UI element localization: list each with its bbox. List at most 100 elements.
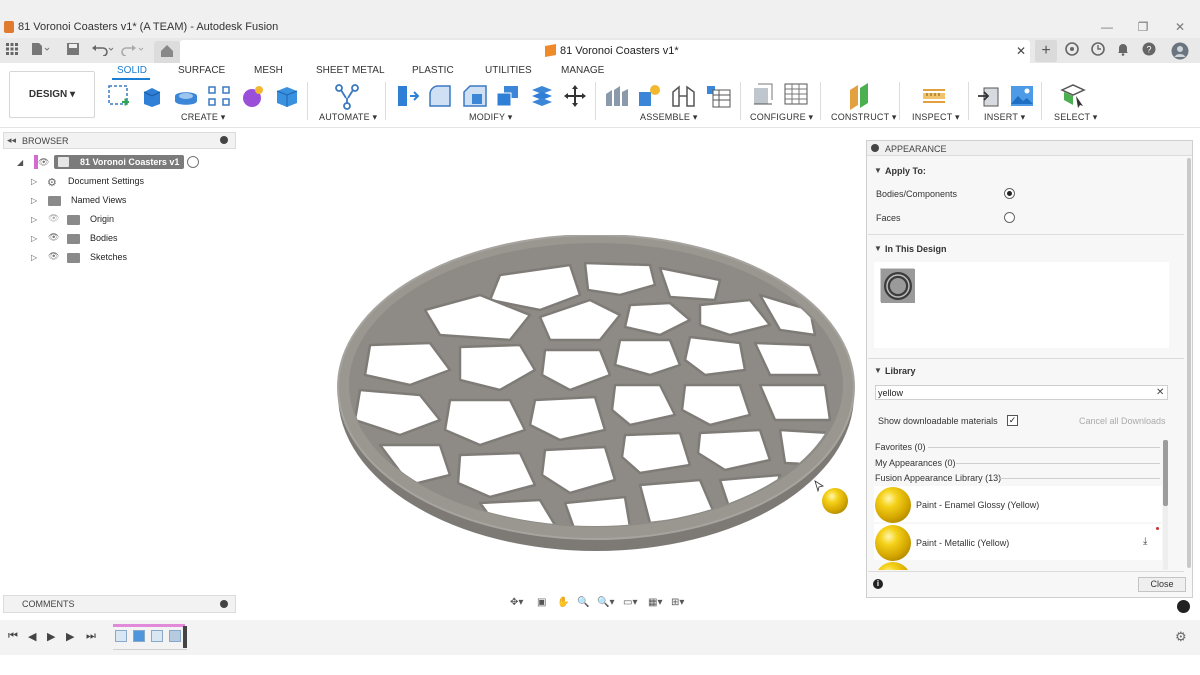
timeline-settings-gear-icon[interactable]: ⚙ xyxy=(1175,629,1187,645)
voronoi-coaster-model[interactable] xyxy=(330,235,870,565)
move-icon[interactable] xyxy=(563,84,587,108)
browser-item-bodies[interactable]: Bodies xyxy=(90,233,118,251)
bill-of-materials-icon[interactable] xyxy=(705,84,731,108)
expand-triangle-icon[interactable]: ▷ xyxy=(31,253,37,262)
collapse-panel-icon[interactable] xyxy=(871,144,879,152)
box-icon[interactable] xyxy=(274,84,298,108)
tab-plastic[interactable]: PLASTIC xyxy=(412,65,454,76)
online-icon[interactable] xyxy=(1064,42,1080,58)
activate-radio-icon[interactable] xyxy=(187,156,199,168)
collapse-browser-icon[interactable]: ◂◂ xyxy=(7,135,16,146)
revolve-icon[interactable] xyxy=(173,84,197,108)
inspect-menu[interactable]: INSPECT ▾ xyxy=(912,112,960,123)
file-icon[interactable] xyxy=(30,42,50,58)
expand-triangle-icon[interactable]: ▷ xyxy=(31,177,37,186)
document-tab-close[interactable]: ✕ xyxy=(1016,44,1026,58)
timeline-sketch-feature[interactable] xyxy=(115,630,127,642)
design-appearance-thumbnail[interactable] xyxy=(880,268,915,303)
insert-canvas-icon[interactable] xyxy=(1009,84,1033,108)
as-built-joint-icon[interactable] xyxy=(671,84,695,108)
browser-item-document-settings[interactable]: Document Settings xyxy=(68,176,144,194)
new-component-icon[interactable] xyxy=(604,84,628,108)
tab-mesh[interactable]: MESH xyxy=(254,65,283,76)
look-at-icon[interactable]: ▣ xyxy=(537,597,546,608)
insert-menu[interactable]: INSERT ▾ xyxy=(984,112,1025,123)
tab-solid[interactable]: SOLID xyxy=(117,65,147,76)
dragged-appearance-swatch[interactable] xyxy=(822,488,848,514)
select-menu[interactable]: SELECT ▾ xyxy=(1054,112,1097,123)
shell-icon[interactable] xyxy=(495,84,519,108)
browser-pin-icon[interactable] xyxy=(220,136,228,144)
timeline-appearance-feature[interactable] xyxy=(169,630,181,642)
cancel-all-downloads-button[interactable]: Cancel all Downloads xyxy=(1079,416,1166,426)
section-triangle-icon[interactable]: ▼ xyxy=(874,166,882,175)
timeline-previous-icon[interactable]: ◀ xyxy=(28,630,36,643)
category-fusion-library[interactable]: Fusion Appearance Library (13) xyxy=(875,473,1001,483)
timeline-next-icon[interactable]: ▶ xyxy=(66,630,74,643)
grid-icon[interactable] xyxy=(4,42,20,58)
press-pull-icon[interactable] xyxy=(394,84,420,108)
expand-triangle-icon[interactable]: ▷ xyxy=(31,196,37,205)
configuration-table-icon[interactable] xyxy=(783,82,808,106)
modify-menu[interactable]: MODIFY ▾ xyxy=(469,112,512,123)
clock-icon[interactable] xyxy=(1090,42,1106,58)
select-icon[interactable] xyxy=(1060,82,1086,108)
create-menu[interactable]: CREATE ▾ xyxy=(181,112,225,123)
timeline-extrude-feature[interactable] xyxy=(133,630,145,642)
timeline-play-icon[interactable]: ▶ xyxy=(47,630,55,643)
clear-search-icon[interactable]: ✕ xyxy=(1156,387,1164,398)
browser-item-named-views[interactable]: Named Views xyxy=(71,195,126,213)
section-triangle-icon[interactable]: ▼ xyxy=(874,366,882,375)
fit-icon[interactable]: 🔍▾ xyxy=(597,597,614,608)
category-favorites[interactable]: Favorites (0) xyxy=(875,442,926,452)
redo-icon[interactable] xyxy=(121,42,144,58)
pan-icon[interactable]: ✋ xyxy=(557,597,569,608)
browser-item-origin[interactable]: Origin xyxy=(90,214,114,232)
extrude-icon[interactable] xyxy=(140,84,164,108)
workspace-switcher[interactable]: DESIGN ▾ xyxy=(9,71,95,118)
library-search-input[interactable] xyxy=(875,385,1168,400)
hidden-eye-icon[interactable]: 👁 xyxy=(48,213,59,224)
assemble-menu[interactable]: ASSEMBLE ▾ xyxy=(640,112,698,123)
measure-icon[interactable] xyxy=(921,84,945,108)
profile-icon[interactable] xyxy=(1171,42,1189,60)
tab-surface[interactable]: SURFACE xyxy=(178,65,225,76)
tab-utilities[interactable]: UTILITIES xyxy=(485,65,532,76)
show-downloadable-checkbox[interactable]: ✓ xyxy=(1007,415,1018,426)
faces-radio[interactable] xyxy=(1004,212,1015,223)
automate-menu[interactable]: AUTOMATE ▾ xyxy=(319,112,377,123)
split-body-icon[interactable] xyxy=(529,84,553,108)
category-my-appearances[interactable]: My Appearances (0) xyxy=(875,458,956,468)
automate-icon[interactable] xyxy=(334,84,359,110)
download-icon[interactable]: ⤓ xyxy=(1143,536,1147,547)
bodies-components-radio[interactable] xyxy=(1004,188,1015,199)
insert-derive-icon[interactable] xyxy=(976,84,1000,108)
form-icon[interactable] xyxy=(240,84,264,108)
zoom-icon[interactable]: 🔍 xyxy=(577,597,589,608)
joint-icon[interactable] xyxy=(637,84,661,108)
chamfer-icon[interactable] xyxy=(462,84,487,108)
feedback-icon[interactable] xyxy=(1177,600,1190,613)
timeline-first-icon[interactable]: ⏮ xyxy=(8,630,18,643)
viewports-icon[interactable]: ⊞▾ xyxy=(671,597,684,608)
home-icon[interactable] xyxy=(159,44,175,60)
collapse-triangle-icon[interactable]: ◢ xyxy=(17,158,23,167)
eye-icon[interactable]: 👁 xyxy=(48,251,59,262)
window-close-button[interactable]: ✕ xyxy=(1170,19,1190,35)
timeline-marker[interactable] xyxy=(183,626,187,648)
orbit-icon[interactable]: ✥▾ xyxy=(510,597,523,608)
timeline-last-icon[interactable]: ⏭ xyxy=(86,630,96,643)
offset-plane-icon[interactable] xyxy=(847,82,871,110)
section-triangle-icon[interactable]: ▼ xyxy=(874,244,882,253)
library-scrollbar-thumb[interactable] xyxy=(1163,440,1168,506)
fillet-icon[interactable] xyxy=(428,84,452,108)
pattern-icon[interactable] xyxy=(207,84,231,108)
browser-item-sketches[interactable]: Sketches xyxy=(90,252,127,270)
panel-scrollbar[interactable] xyxy=(1187,158,1191,568)
tab-sheet-metal[interactable]: SHEET METAL xyxy=(316,65,385,76)
display-settings-icon[interactable]: ▭▾ xyxy=(623,597,637,608)
eye-icon[interactable]: 👁 xyxy=(38,157,49,168)
eye-icon[interactable]: 👁 xyxy=(48,232,59,243)
material-row-partial[interactable] xyxy=(874,562,1162,570)
comments-add-icon[interactable] xyxy=(220,600,228,608)
